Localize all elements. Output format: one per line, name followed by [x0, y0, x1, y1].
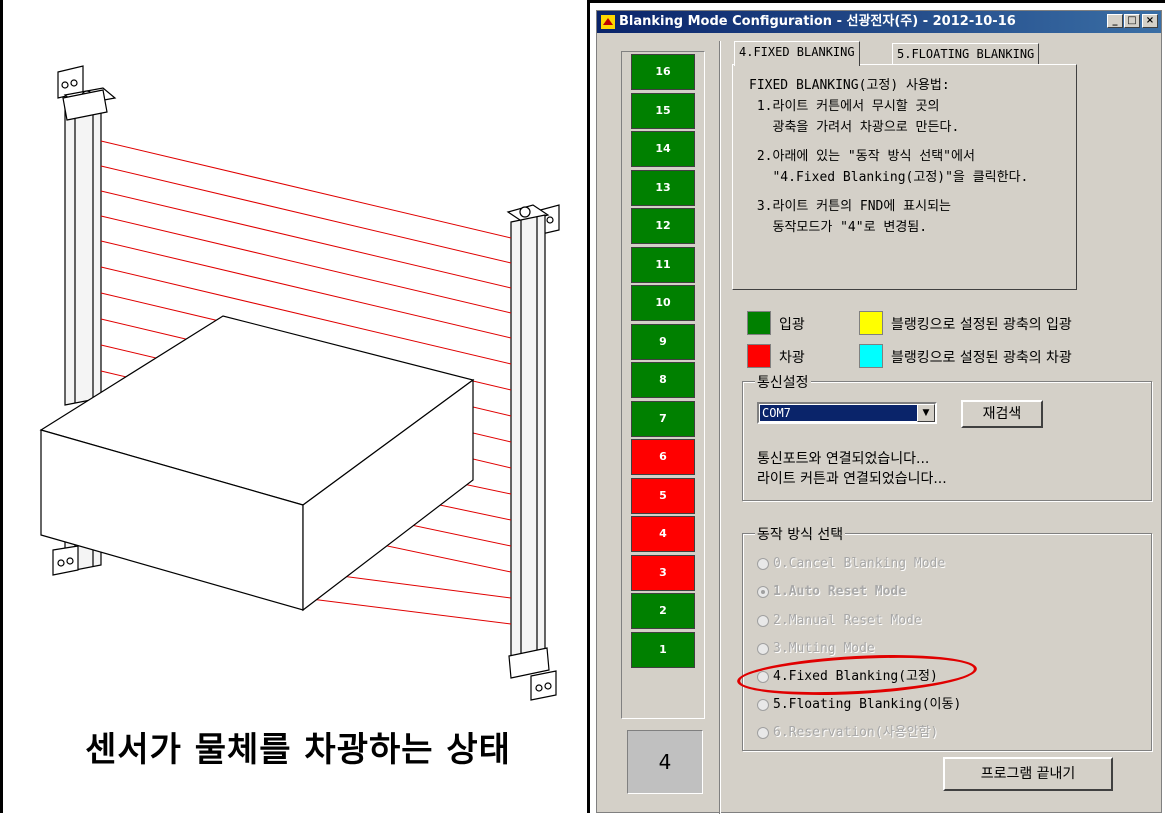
mode-option-label: 1.Auto Reset Mode [773, 584, 907, 599]
current-mode-display: 4 [627, 730, 703, 794]
mode-select-title: 동작 방식 선택 [755, 524, 846, 544]
mode-option-label: 2.Manual Reset Mode [773, 613, 922, 628]
beam-indicator: 1 [631, 631, 695, 668]
legend-cyan-swatch [859, 344, 883, 368]
mode-option-label: 5.Floating Blanking(이동) [773, 697, 962, 712]
beam-indicator: 16 [631, 54, 695, 90]
close-button[interactable]: × [1142, 14, 1158, 28]
legend-yellow-label: 블랭킹으로 설정된 광축의 입광 [891, 317, 1072, 333]
left-bottom-bracket [52, 545, 79, 576]
blanking-config-window: Blanking Mode Configuration - 선광전자(주) - … [596, 10, 1162, 814]
legend-red-label: 차광 [779, 350, 805, 366]
mode-option-label: 0.Cancel Blanking Mode [773, 556, 946, 571]
exit-program-button[interactable]: 프로그램 끝내기 [943, 757, 1113, 791]
radio-button-icon [757, 557, 769, 570]
beam-indicator: 14 [631, 131, 695, 167]
beam-indicator: 2 [631, 593, 695, 629]
legend-yellow-swatch [859, 311, 883, 335]
illustration-caption: 센서가 물체를 차광하는 상태 [85, 730, 511, 770]
maximize-button[interactable]: □ [1124, 14, 1140, 28]
comm-settings-title: 통신설정 [755, 372, 811, 392]
com-port-select[interactable]: COM7 ▼ [757, 402, 937, 424]
radio-button-icon [757, 585, 769, 598]
instructions-heading: FIXED BLANKING(고정) 사용법: [749, 78, 950, 93]
beam-indicator: 8 [631, 362, 695, 398]
mode-option-1: 1.Auto Reset Mode [757, 582, 906, 602]
app-icon [601, 15, 615, 29]
light-curtain-illustration: 센서가 물체를 차광하는 상태 [0, 0, 590, 813]
left-post [64, 97, 102, 406]
right-post [510, 214, 546, 668]
beam-indicator: 9 [631, 323, 695, 360]
step1-line2: 광축을 가려서 차광으로 만든다. [749, 120, 960, 135]
comm-status-line2: 라이트 커튼과 연결되었습니다... [757, 471, 947, 487]
mode-option-6: 6.Reservation(사용안함) [757, 723, 938, 743]
blocking-object [39, 315, 475, 612]
beam-indicator: 5 [631, 477, 695, 514]
tab-floating-blanking[interactable]: 5.FLOATING BLANKING [892, 43, 1040, 65]
radio-button-icon [757, 642, 769, 655]
rescan-button[interactable]: 재검색 [961, 400, 1043, 428]
mode-option-5[interactable]: 5.Floating Blanking(이동) [757, 695, 961, 715]
beam-indicator: 12 [631, 208, 695, 244]
mode-option-label: 6.Reservation(사용안함) [773, 725, 939, 740]
beam-indicator: 13 [631, 169, 695, 206]
tab-fixed-blanking[interactable]: 4.FIXED BLANKING [734, 41, 860, 66]
right-bottom-bracket [530, 670, 557, 701]
com-port-value: COM7 [760, 405, 918, 421]
step3-line2: 동작모드가 "4"로 변경됨. [749, 220, 928, 235]
beam-indicator: 7 [631, 400, 695, 437]
title-bar[interactable]: Blanking Mode Configuration - 선광전자(주) - … [597, 11, 1161, 33]
beam-status-column: 16 15 14 13 12 11 10 9 8 7 6 5 4 3 2 1 [621, 51, 705, 719]
step3-line1: 3.라이트 커튼의 FND에 표시되는 [749, 199, 952, 214]
legend-green-swatch [747, 311, 771, 335]
mode-select-group: 동작 방식 선택 0.Cancel Blanking Mode 1.Auto Re… [742, 524, 1152, 751]
light-curtain-drawing [39, 65, 560, 701]
legend-cyan-label: 블랭킹으로 설정된 광축의 차광 [891, 350, 1072, 366]
step2-line2: "4.Fixed Blanking(고정)"을 클릭한다. [749, 170, 1029, 185]
radio-button-icon[interactable] [757, 698, 769, 711]
vertical-separator [719, 41, 721, 814]
mode-option-label: 3.Muting Mode [773, 641, 875, 656]
radio-button-icon [757, 726, 769, 739]
mode-option-0: 0.Cancel Blanking Mode [757, 554, 945, 574]
beam-indicator: 4 [631, 516, 695, 552]
beam-indicator: 11 [631, 246, 695, 283]
minimize-button[interactable]: _ [1107, 14, 1123, 28]
radio-button-icon [757, 614, 769, 627]
mode-option-2: 2.Manual Reset Mode [757, 611, 922, 631]
step1-line1: 1.라이트 커튼에서 무시할 곳의 [749, 99, 940, 114]
tab-panel: FIXED BLANKING(고정) 사용법: 1.라이트 커튼에서 무시할 곳… [732, 64, 1077, 290]
beam-indicator: 3 [631, 554, 695, 591]
window-title: Blanking Mode Configuration - 선광전자(주) - … [619, 14, 1016, 29]
comm-settings-group: 통신설정 COM7 ▼ 재검색 통신포트와 연결되었습니다... 라이트 커튼과… [742, 372, 1152, 501]
beam-indicator: 15 [631, 92, 695, 129]
dropdown-arrow-icon[interactable]: ▼ [917, 404, 935, 422]
comm-status-line1: 통신포트와 연결되었습니다... [757, 451, 930, 467]
step2-line1: 2.아래에 있는 "동작 방식 선택"에서 [749, 149, 975, 164]
legend-red-swatch [747, 344, 771, 368]
instructions: FIXED BLANKING(고정) 사용법: 1.라이트 커튼에서 무시할 곳… [749, 75, 1028, 238]
legend-green-label: 입광 [779, 317, 805, 333]
beam-indicator: 6 [631, 439, 695, 475]
beam-indicator: 10 [631, 285, 695, 321]
